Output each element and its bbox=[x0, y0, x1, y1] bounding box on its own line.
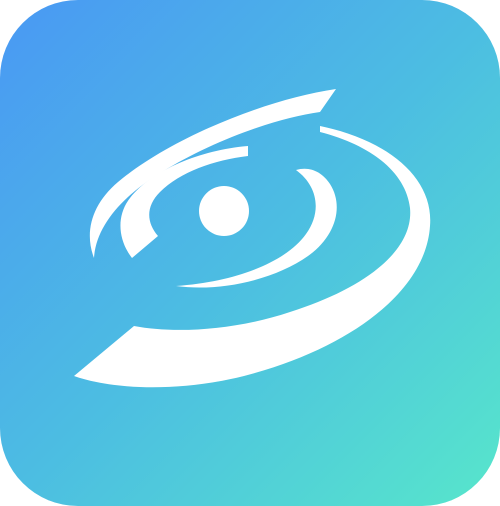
canvas bbox=[0, 0, 500, 506]
icon-background bbox=[0, 0, 500, 506]
app-icon[interactable] bbox=[0, 0, 500, 506]
center-dot bbox=[199, 186, 249, 236]
